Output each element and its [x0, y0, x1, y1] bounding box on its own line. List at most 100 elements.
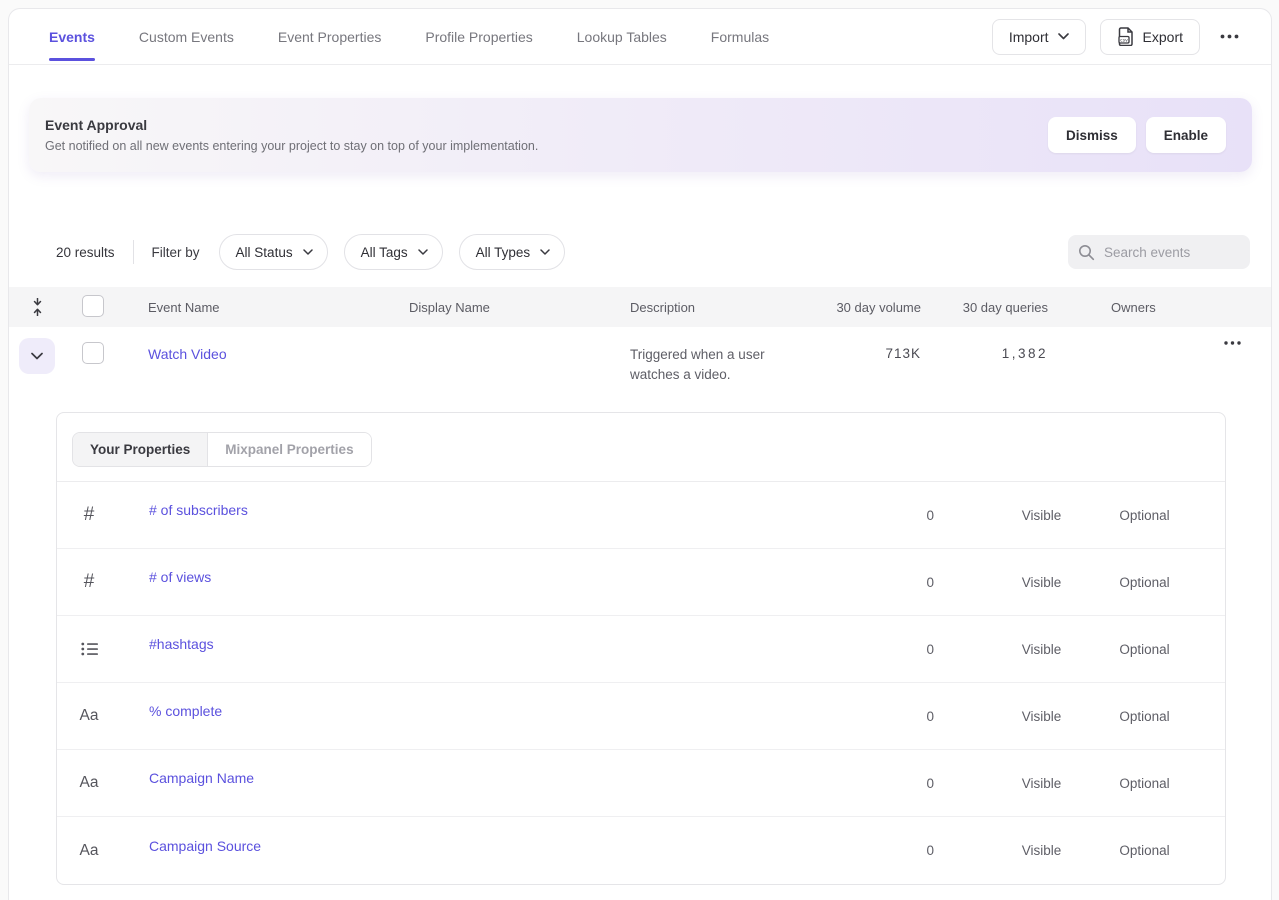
enable-button[interactable]: Enable — [1146, 117, 1226, 153]
more-menu-button[interactable] — [1214, 19, 1245, 55]
tags-filter-label: All Tags — [361, 245, 408, 260]
chevron-down-icon — [31, 352, 43, 360]
number-type-icon: # — [57, 504, 121, 526]
lexicon-page: Events Custom Events Event Properties Pr… — [8, 8, 1272, 900]
event-approval-banner: Event Approval Get notified on all new e… — [29, 98, 1252, 172]
property-row: #hashtags 0 Visible Optional — [57, 616, 1225, 683]
property-volume: 0 — [830, 575, 990, 590]
event-queries: 1,382 — [921, 346, 1048, 361]
import-button[interactable]: Import — [992, 19, 1086, 55]
status-filter-label: All Status — [236, 245, 293, 260]
filter-by-label: Filter by — [152, 245, 200, 260]
events-table-header: Event Name Display Name Description 30 d… — [9, 287, 1271, 327]
event-row-watch-video: Watch Video Triggered when a user watche… — [9, 327, 1271, 397]
property-visibility[interactable]: Visible — [990, 508, 1093, 523]
list-type-icon — [57, 642, 121, 656]
property-row: Aa Campaign Name 0 Visible Optional — [57, 750, 1225, 817]
status-filter-dropdown[interactable]: All Status — [219, 234, 328, 270]
column-volume: 30 day volume — [785, 300, 921, 315]
dismiss-button[interactable]: Dismiss — [1048, 117, 1136, 153]
tab-events[interactable]: Events — [49, 9, 95, 64]
column-display-name: Display Name — [374, 300, 595, 315]
banner-description: Get notified on all new events entering … — [45, 139, 538, 153]
chevron-down-icon — [303, 249, 313, 255]
chevron-down-icon — [1058, 33, 1069, 40]
search-input[interactable] — [1104, 245, 1240, 260]
number-type-icon: # — [57, 571, 121, 593]
tab-lookup-tables[interactable]: Lookup Tables — [577, 9, 667, 64]
property-requirement[interactable]: Optional — [1093, 508, 1196, 523]
tab-custom-events[interactable]: Custom Events — [139, 9, 234, 64]
event-volume: 713K — [785, 346, 921, 361]
property-row: # # of views 0 Visible Optional — [57, 549, 1225, 616]
chevron-down-icon — [418, 249, 428, 255]
property-requirement[interactable]: Optional — [1093, 843, 1196, 858]
property-visibility[interactable]: Visible — [990, 776, 1093, 791]
divider — [133, 240, 134, 264]
property-volume: 0 — [830, 642, 990, 657]
text-type-icon: Aa — [57, 842, 121, 860]
banner-actions: Dismiss Enable — [1048, 117, 1226, 153]
export-button[interactable]: csv Export — [1100, 19, 1200, 55]
banner-text: Event Approval Get notified on all new e… — [45, 117, 538, 153]
nav-actions: Import csv Export — [992, 19, 1245, 55]
property-visibility[interactable]: Visible — [990, 709, 1093, 724]
chevron-down-icon — [540, 249, 550, 255]
property-name-link[interactable]: Campaign Name — [121, 770, 254, 786]
types-filter-label: All Types — [476, 245, 531, 260]
property-name-link[interactable]: # of views — [121, 569, 211, 585]
property-requirement[interactable]: Optional — [1093, 709, 1196, 724]
property-name-link[interactable]: # of subscribers — [121, 502, 248, 518]
collapse-row-button[interactable] — [19, 338, 55, 374]
tab-formulas[interactable]: Formulas — [711, 9, 769, 64]
property-row: Aa Campaign Source 0 Visible Optional — [57, 817, 1225, 884]
row-more-menu-button[interactable] — [1218, 341, 1247, 345]
property-volume: 0 — [830, 508, 990, 523]
event-name-link[interactable]: Watch Video — [148, 346, 227, 362]
tab-profile-properties[interactable]: Profile Properties — [425, 9, 532, 64]
more-icon — [1224, 341, 1241, 345]
types-filter-dropdown[interactable]: All Types — [459, 234, 566, 270]
filter-bar: 20 results Filter by All Status All Tags… — [56, 234, 1250, 270]
search-icon — [1078, 244, 1095, 261]
svg-text:csv: csv — [1120, 39, 1128, 44]
row-checkbox[interactable] — [82, 342, 104, 364]
property-row: Aa % complete 0 Visible Optional — [57, 683, 1225, 750]
property-volume: 0 — [830, 843, 990, 858]
column-description: Description — [595, 300, 785, 315]
properties-tab-control: Your Properties Mixpanel Properties — [72, 432, 372, 467]
column-event-name: Event Name — [113, 300, 374, 315]
property-visibility[interactable]: Visible — [990, 575, 1093, 590]
collapse-all-button[interactable] — [9, 298, 65, 316]
property-row: # # of subscribers 0 Visible Optional — [57, 482, 1225, 549]
import-button-label: Import — [1009, 29, 1049, 45]
event-description: Triggered when a user watches a video. — [595, 345, 785, 385]
select-all-checkbox[interactable] — [82, 295, 104, 317]
property-requirement[interactable]: Optional — [1093, 776, 1196, 791]
column-owners: Owners — [1048, 300, 1271, 315]
properties-panel-tabs: Your Properties Mixpanel Properties — [57, 413, 1225, 482]
tab-event-properties[interactable]: Event Properties — [278, 9, 382, 64]
search-box — [1068, 235, 1250, 269]
column-queries: 30 day queries — [921, 300, 1048, 315]
property-name-link[interactable]: Campaign Source — [121, 838, 261, 854]
csv-file-icon: csv — [1117, 27, 1134, 46]
property-name-link[interactable]: % complete — [121, 703, 222, 719]
banner-title: Event Approval — [45, 117, 538, 133]
text-type-icon: Aa — [57, 774, 121, 792]
property-volume: 0 — [830, 709, 990, 724]
top-nav: Events Custom Events Event Properties Pr… — [9, 9, 1271, 65]
property-requirement[interactable]: Optional — [1093, 575, 1196, 590]
property-visibility[interactable]: Visible — [990, 642, 1093, 657]
property-requirement[interactable]: Optional — [1093, 642, 1196, 657]
results-count: 20 results — [56, 245, 115, 260]
property-volume: 0 — [830, 776, 990, 791]
text-type-icon: Aa — [57, 707, 121, 725]
tab-your-properties[interactable]: Your Properties — [73, 433, 208, 466]
properties-panel: Your Properties Mixpanel Properties # # … — [56, 412, 1226, 885]
collapse-vertical-icon — [31, 298, 44, 316]
property-name-link[interactable]: #hashtags — [121, 636, 214, 652]
property-visibility[interactable]: Visible — [990, 843, 1093, 858]
tab-mixpanel-properties[interactable]: Mixpanel Properties — [208, 433, 370, 466]
tags-filter-dropdown[interactable]: All Tags — [344, 234, 443, 270]
